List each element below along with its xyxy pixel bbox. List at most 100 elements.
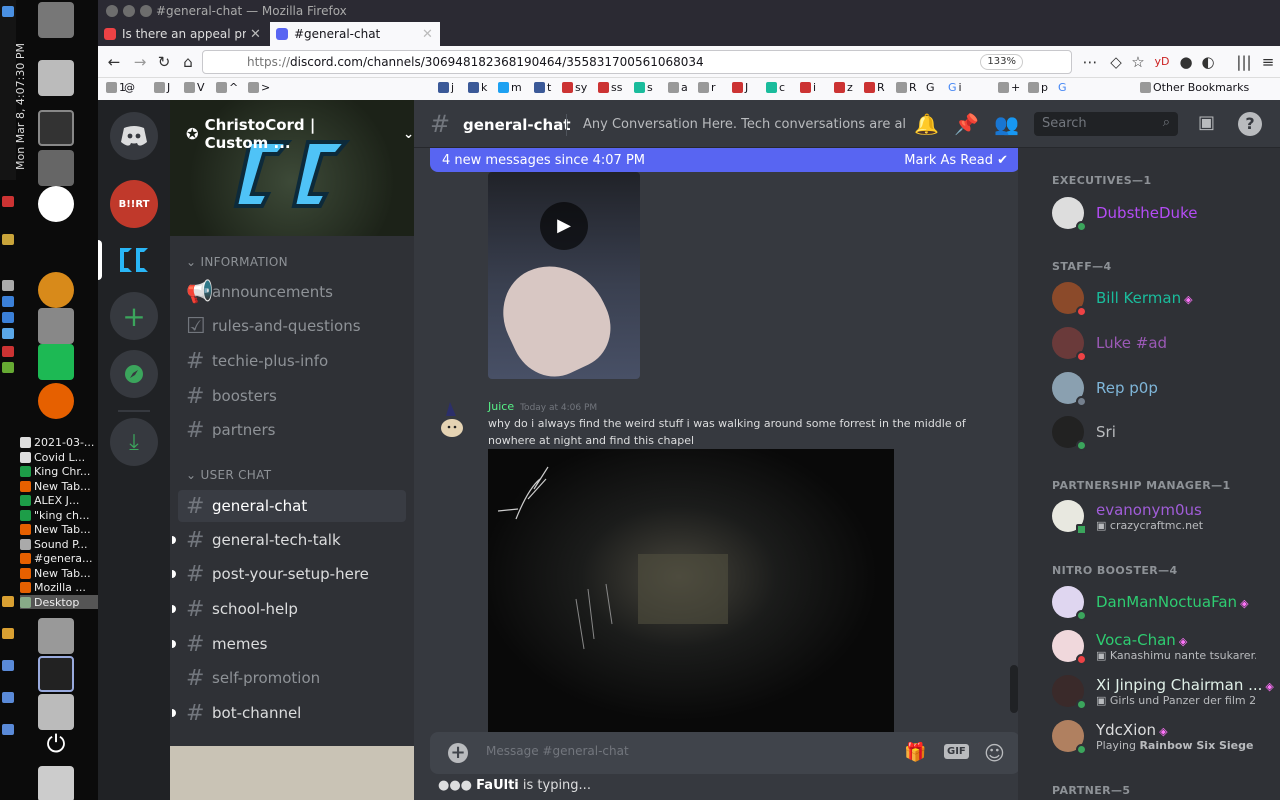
avatar[interactable]	[440, 402, 468, 442]
tray-icon[interactable]	[2, 346, 14, 357]
bookmark[interactable]: r	[698, 81, 716, 94]
taskbar-window[interactable]: Mozilla ...	[20, 580, 98, 594]
tray-icon[interactable]	[2, 596, 14, 607]
tray-icon[interactable]	[2, 660, 14, 671]
taskbar-window[interactable]: Covid L...	[20, 450, 98, 464]
taskbar-window[interactable]: New Tab...	[20, 522, 98, 536]
extension-icon[interactable]: ●	[1176, 52, 1196, 72]
menu-icon[interactable]: ≡	[1258, 52, 1278, 72]
channel-partners[interactable]: # partners	[178, 414, 406, 446]
member-item[interactable]: Bill Kerman ◈	[1052, 278, 1272, 318]
bookmark[interactable]: G	[926, 81, 935, 94]
camera-icon[interactable]	[38, 694, 74, 730]
taskbar-window[interactable]: 2021-03-...	[20, 435, 98, 449]
spotify-icon[interactable]	[38, 344, 74, 380]
tab-general-chat[interactable]: #general-chat ✕	[270, 22, 440, 46]
taskbar-window[interactable]: Desktop	[20, 595, 98, 609]
other-bookmarks[interactable]: Other Bookmarks	[1140, 81, 1249, 94]
back-icon[interactable]: ←	[104, 52, 124, 72]
bookmark[interactable]: J	[154, 81, 170, 94]
bookmark[interactable]: z	[834, 81, 853, 94]
tray-icon[interactable]	[2, 280, 14, 291]
pocket-icon[interactable]: ◇	[1106, 52, 1126, 72]
member-item[interactable]: evanonym0us ▣ crazycraftmc.net	[1052, 496, 1272, 536]
bookmark[interactable]: R	[896, 81, 917, 94]
notification-bell-icon[interactable]: 🔔	[914, 112, 939, 136]
play-icon[interactable]: ▶	[540, 202, 588, 250]
tray-icon[interactable]	[2, 296, 14, 307]
zoom-level[interactable]: 133%	[980, 54, 1023, 70]
file-manager-icon[interactable]	[38, 308, 74, 344]
tray-icon[interactable]	[2, 328, 14, 339]
bookmark-star-icon[interactable]: ☆	[1128, 52, 1148, 72]
text-editor-icon[interactable]	[38, 60, 74, 96]
search-input[interactable]: Search ⌕	[1034, 112, 1178, 136]
taskbar-window[interactable]: New Tab...	[20, 479, 98, 493]
taskbar-window[interactable]: Sound P...	[20, 537, 98, 551]
message-composer[interactable]: + Message #general-chat 🎁 GIF ☺	[430, 732, 1020, 774]
lock-screen-icon[interactable]	[38, 618, 74, 654]
bookmark[interactable]: sy	[562, 81, 587, 94]
taskbar-window[interactable]: "king ch...	[20, 508, 98, 522]
bookmark[interactable]: J	[732, 81, 748, 94]
bookmark[interactable]: +	[998, 81, 1020, 94]
discord-home-icon[interactable]	[110, 112, 158, 160]
scanner-icon[interactable]	[38, 150, 74, 186]
upload-icon[interactable]: +	[448, 743, 468, 763]
pin-icon[interactable]: 📌	[954, 112, 979, 136]
power-icon[interactable]: ⏻	[38, 730, 74, 766]
new-messages-bar[interactable]: 4 new messages since 4:07 PM Mark As Rea…	[430, 148, 1020, 172]
tray-icon[interactable]	[2, 312, 14, 323]
channel-topic[interactable]: Any Conversation Here. Tech conversation…	[583, 117, 905, 132]
explore-servers-icon[interactable]	[110, 350, 158, 398]
bookmark[interactable]: m	[498, 81, 522, 94]
mark-as-read-button[interactable]: Mark As Read ✔	[904, 153, 1008, 168]
bookmark[interactable]: R	[864, 81, 885, 94]
member-list-icon[interactable]: 👥	[994, 112, 1019, 136]
bookmark[interactable]: a	[668, 81, 688, 94]
trash-icon[interactable]	[38, 2, 74, 38]
bookmark[interactable]: p	[1028, 81, 1048, 94]
bookmark[interactable]: t	[534, 81, 551, 94]
bookmark[interactable]: ^	[216, 81, 238, 94]
image-attachment[interactable]	[488, 449, 894, 733]
tray-icon[interactable]	[2, 692, 14, 703]
server-christocord[interactable]	[110, 236, 158, 284]
member-item[interactable]: DubstheDuke	[1052, 193, 1272, 233]
ubuntu-icon[interactable]	[38, 186, 74, 222]
add-server-icon[interactable]: +	[110, 292, 158, 340]
extension-icon[interactable]: ◐	[1198, 52, 1218, 72]
bookmark[interactable]: c	[766, 81, 785, 94]
bookmark[interactable]: j	[438, 81, 454, 94]
channel-post-your-setup-here[interactable]: # post-your-setup-here	[172, 558, 406, 590]
bookmark[interactable]: 1	[106, 81, 126, 94]
forward-icon[interactable]: →	[130, 52, 150, 72]
video-attachment[interactable]: ▶	[488, 172, 640, 379]
tray-icon[interactable]	[2, 724, 14, 735]
taskbar-window[interactable]: King Chr...	[20, 464, 98, 478]
taskbar-window[interactable]: New Tab...	[20, 566, 98, 580]
tray-icon[interactable]	[2, 234, 14, 245]
system-monitor-icon[interactable]	[38, 656, 74, 692]
tray-icon[interactable]	[2, 6, 14, 17]
channel-bot-channel[interactable]: # bot-channel	[172, 697, 406, 729]
firefox-icon[interactable]	[38, 383, 74, 419]
library-icon[interactable]: |||	[1234, 52, 1254, 72]
category-user-chat[interactable]: ⌄ USER CHAT	[186, 468, 271, 482]
tab-appeal[interactable]: Is there an appeal proce✕	[98, 22, 268, 46]
channel-self-promotion[interactable]: # self-promotion	[178, 662, 406, 694]
taskbar-window[interactable]: #genera...	[20, 551, 98, 565]
extension-icon[interactable]: yD	[1152, 52, 1172, 72]
member-item[interactable]: YdcXion◈Playing Rainbow Six Siege ▤	[1052, 716, 1272, 756]
magnifier-icon[interactable]	[38, 272, 74, 308]
channel-school-help[interactable]: # school-help	[172, 593, 406, 625]
url-bar[interactable]: https://discord.com/channels/30694818236…	[202, 50, 1072, 74]
bookmark[interactable]: @	[124, 81, 135, 94]
channel-techie-plus-info[interactable]: # techie-plus-info	[178, 345, 406, 377]
member-item[interactable]: Voca-Chan ◈ ▣ Kanashimu nante tsukarer...	[1052, 626, 1272, 666]
emoji-icon[interactable]: ☺	[984, 741, 1005, 765]
member-item[interactable]: Luke #ad	[1052, 323, 1272, 363]
channel-general-chat[interactable]: # general-chat	[178, 490, 406, 522]
tray-icon[interactable]	[2, 628, 14, 639]
bookmark[interactable]: i	[800, 81, 816, 94]
